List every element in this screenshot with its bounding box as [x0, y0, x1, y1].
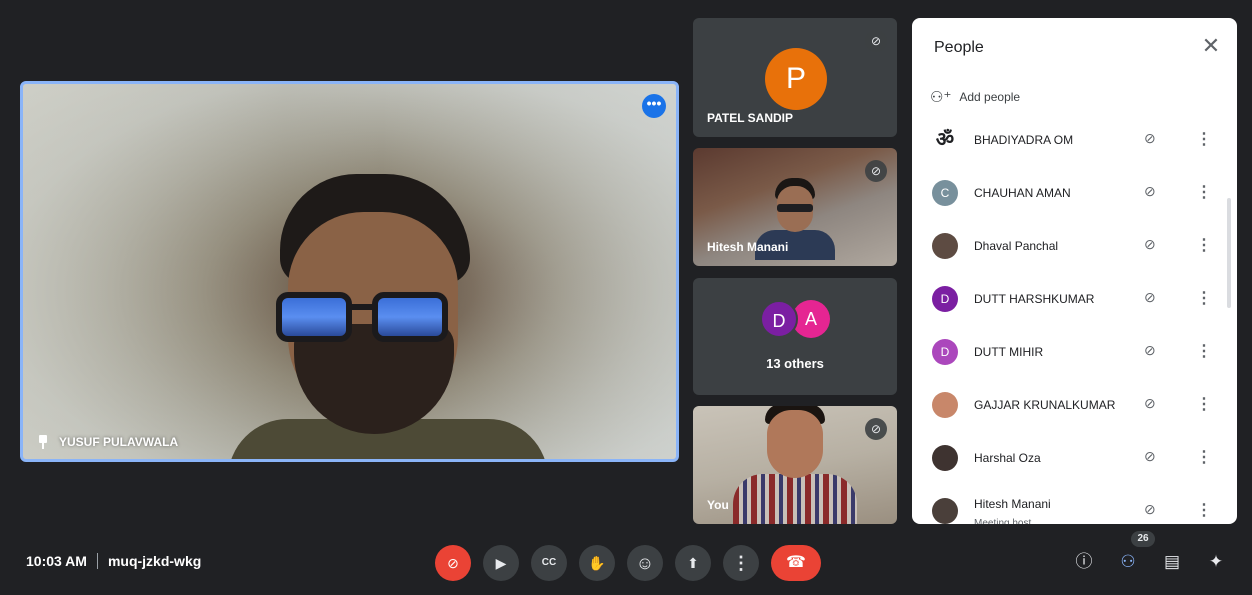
participant-name: Hitesh Manani — [974, 497, 1051, 511]
avatar — [932, 498, 958, 524]
tile-name: Hitesh Manani — [707, 240, 789, 254]
mic-off-icon: ⊘ — [1144, 395, 1156, 411]
participant-role: Meeting host — [974, 518, 1032, 524]
more-options-button[interactable]: ⋮ — [723, 545, 759, 581]
add-people-label: Add people — [959, 90, 1021, 104]
participant-row[interactable]: D DUTT MIHIR ⊘ ⋮ — [912, 326, 1237, 379]
people-panel: People ✕ ⚇⁺ Add people ॐ BHADIYADRA OM ⊘ ⋮ C… — [912, 18, 1237, 524]
mic-off-icon: ⊘ — [865, 418, 887, 440]
camera-toggle-button[interactable]: ▶ — [483, 545, 519, 581]
tile-others[interactable]: D A 13 others — [693, 278, 897, 395]
others-count-label: 13 others — [766, 356, 824, 371]
others-avatars: D A — [693, 300, 897, 338]
more-options-icon[interactable]: ⋮ — [1196, 341, 1212, 361]
mic-off-icon: ⊘ — [1144, 448, 1156, 464]
tile-patel-sandip[interactable]: P ⊘ PATEL SANDIP — [693, 18, 897, 137]
activities-icon[interactable]: ✦ — [1204, 550, 1228, 574]
tile-name: You — [707, 498, 729, 512]
participant-name: DUTT MIHIR — [974, 345, 1044, 359]
side-controls: ⓘ ⚇ ▤ ✦ — [1072, 550, 1228, 574]
more-options-icon[interactable]: ⋮ — [1196, 235, 1212, 255]
participant-row[interactable]: C CHAUHAN AMAN ⊘ ⋮ — [912, 167, 1237, 220]
mic-toggle-button[interactable]: ⊘ — [435, 545, 471, 581]
add-people-button[interactable]: ⚇⁺ Add people — [930, 88, 1020, 106]
participant-name: DUTT HARSHKUMAR — [974, 292, 1095, 306]
participant-list: ॐ BHADIYADRA OM ⊘ ⋮ C CHAUHAN AMAN ⊘ ⋮ Dhaval Pa… — [912, 114, 1237, 524]
add-person-icon: ⚇⁺ — [930, 89, 952, 106]
divider — [96, 553, 98, 569]
more-options-icon[interactable]: ⋮ — [1196, 447, 1212, 467]
participant-row[interactable]: Hitesh Manani Meeting host ⊘ ⋮ — [912, 485, 1237, 524]
close-icon[interactable]: ✕ — [1201, 35, 1221, 57]
reactions-button[interactable]: ☺ — [627, 545, 663, 581]
people-icon[interactable]: ⚇ — [1116, 550, 1140, 574]
mic-off-icon: ⊘ — [1144, 130, 1156, 146]
participant-name: CHAUHAN AMAN — [974, 186, 1071, 200]
avatar — [932, 445, 958, 471]
avatar: P — [765, 48, 827, 110]
avatar — [932, 392, 958, 418]
avatar: D — [760, 300, 798, 338]
raise-hand-button[interactable]: ✋ — [579, 545, 615, 581]
scrollbar[interactable] — [1227, 198, 1231, 308]
clock-time: 10:03 AM — [26, 553, 87, 569]
more-options-icon[interactable]: ⋮ — [1196, 394, 1212, 414]
participant-name: GAJJAR KRUNALKUMAR — [974, 398, 1116, 412]
tile-self-view[interactable]: ⊘ You — [693, 406, 897, 524]
mic-off-icon: ⊘ — [1144, 289, 1156, 305]
participant-name: Harshal Oza — [974, 451, 1041, 465]
mic-off-icon: ⊘ — [1144, 236, 1156, 252]
participant-row[interactable]: D DUTT HARSHKUMAR ⊘ ⋮ — [912, 273, 1237, 326]
avatar: ॐ — [932, 127, 958, 153]
participant-video-feed — [228, 174, 548, 459]
participant-row[interactable]: GAJJAR KRUNALKUMAR ⊘ ⋮ — [912, 379, 1237, 432]
captions-button[interactable]: CC — [531, 545, 567, 581]
call-controls: ⊘ ▶ CC ✋ ☺ ⬆ ⋮ ☎ — [435, 545, 821, 581]
mic-off-icon: ⊘ — [1144, 342, 1156, 358]
meeting-code: muq-jzkd-wkg — [107, 553, 202, 569]
avatar: D — [932, 339, 958, 365]
avatar: D — [932, 286, 958, 312]
more-options-icon[interactable]: ⋮ — [1196, 182, 1212, 202]
participant-name: BHADIYADRA OM — [974, 133, 1074, 147]
present-button[interactable]: ⬆ — [675, 545, 711, 581]
mic-off-icon: ⊘ — [1144, 501, 1156, 517]
participant-name-label: YUSUF PULAVWALA — [37, 435, 178, 449]
self-video-feed — [733, 406, 857, 524]
participant-name: Dhaval Panchal — [974, 239, 1059, 253]
avatar — [932, 233, 958, 259]
mic-off-icon: ⊘ — [865, 160, 887, 182]
chat-icon[interactable]: ▤ — [1160, 550, 1184, 574]
participant-count-badge: 26 — [1131, 531, 1155, 547]
tile-hitesh-manani[interactable]: ⊘ Hitesh Manani — [693, 148, 897, 266]
mic-off-icon: ⊘ — [1144, 183, 1156, 199]
end-call-button[interactable]: ☎ — [771, 545, 821, 581]
avatar: C — [932, 180, 958, 206]
pin-icon[interactable] — [37, 435, 49, 449]
tile-name: PATEL SANDIP — [707, 111, 794, 125]
panel-title: People — [934, 39, 984, 56]
mic-off-icon: ⊘ — [865, 30, 887, 52]
info-icon[interactable]: ⓘ — [1072, 550, 1096, 574]
more-options-icon[interactable]: ⋮ — [1196, 129, 1212, 149]
more-options-icon[interactable]: ⋮ — [1196, 500, 1212, 520]
more-options-icon[interactable]: ⋮ — [1196, 288, 1212, 308]
main-video-tile[interactable]: ••• YUSUF PULAVWALA — [20, 81, 679, 462]
participant-name: YUSUF PULAVWALA — [59, 435, 179, 449]
participant-video-feed — [755, 178, 835, 260]
participant-row[interactable]: ॐ BHADIYADRA OM ⊘ ⋮ — [912, 114, 1237, 167]
more-options-button[interactable]: ••• — [642, 94, 666, 118]
meeting-info: 10:03 AM muq-jzkd-wkg — [26, 553, 201, 569]
participant-row[interactable]: Dhaval Panchal ⊘ ⋮ — [912, 220, 1237, 273]
participant-row[interactable]: Harshal Oza ⊘ ⋮ — [912, 432, 1237, 485]
